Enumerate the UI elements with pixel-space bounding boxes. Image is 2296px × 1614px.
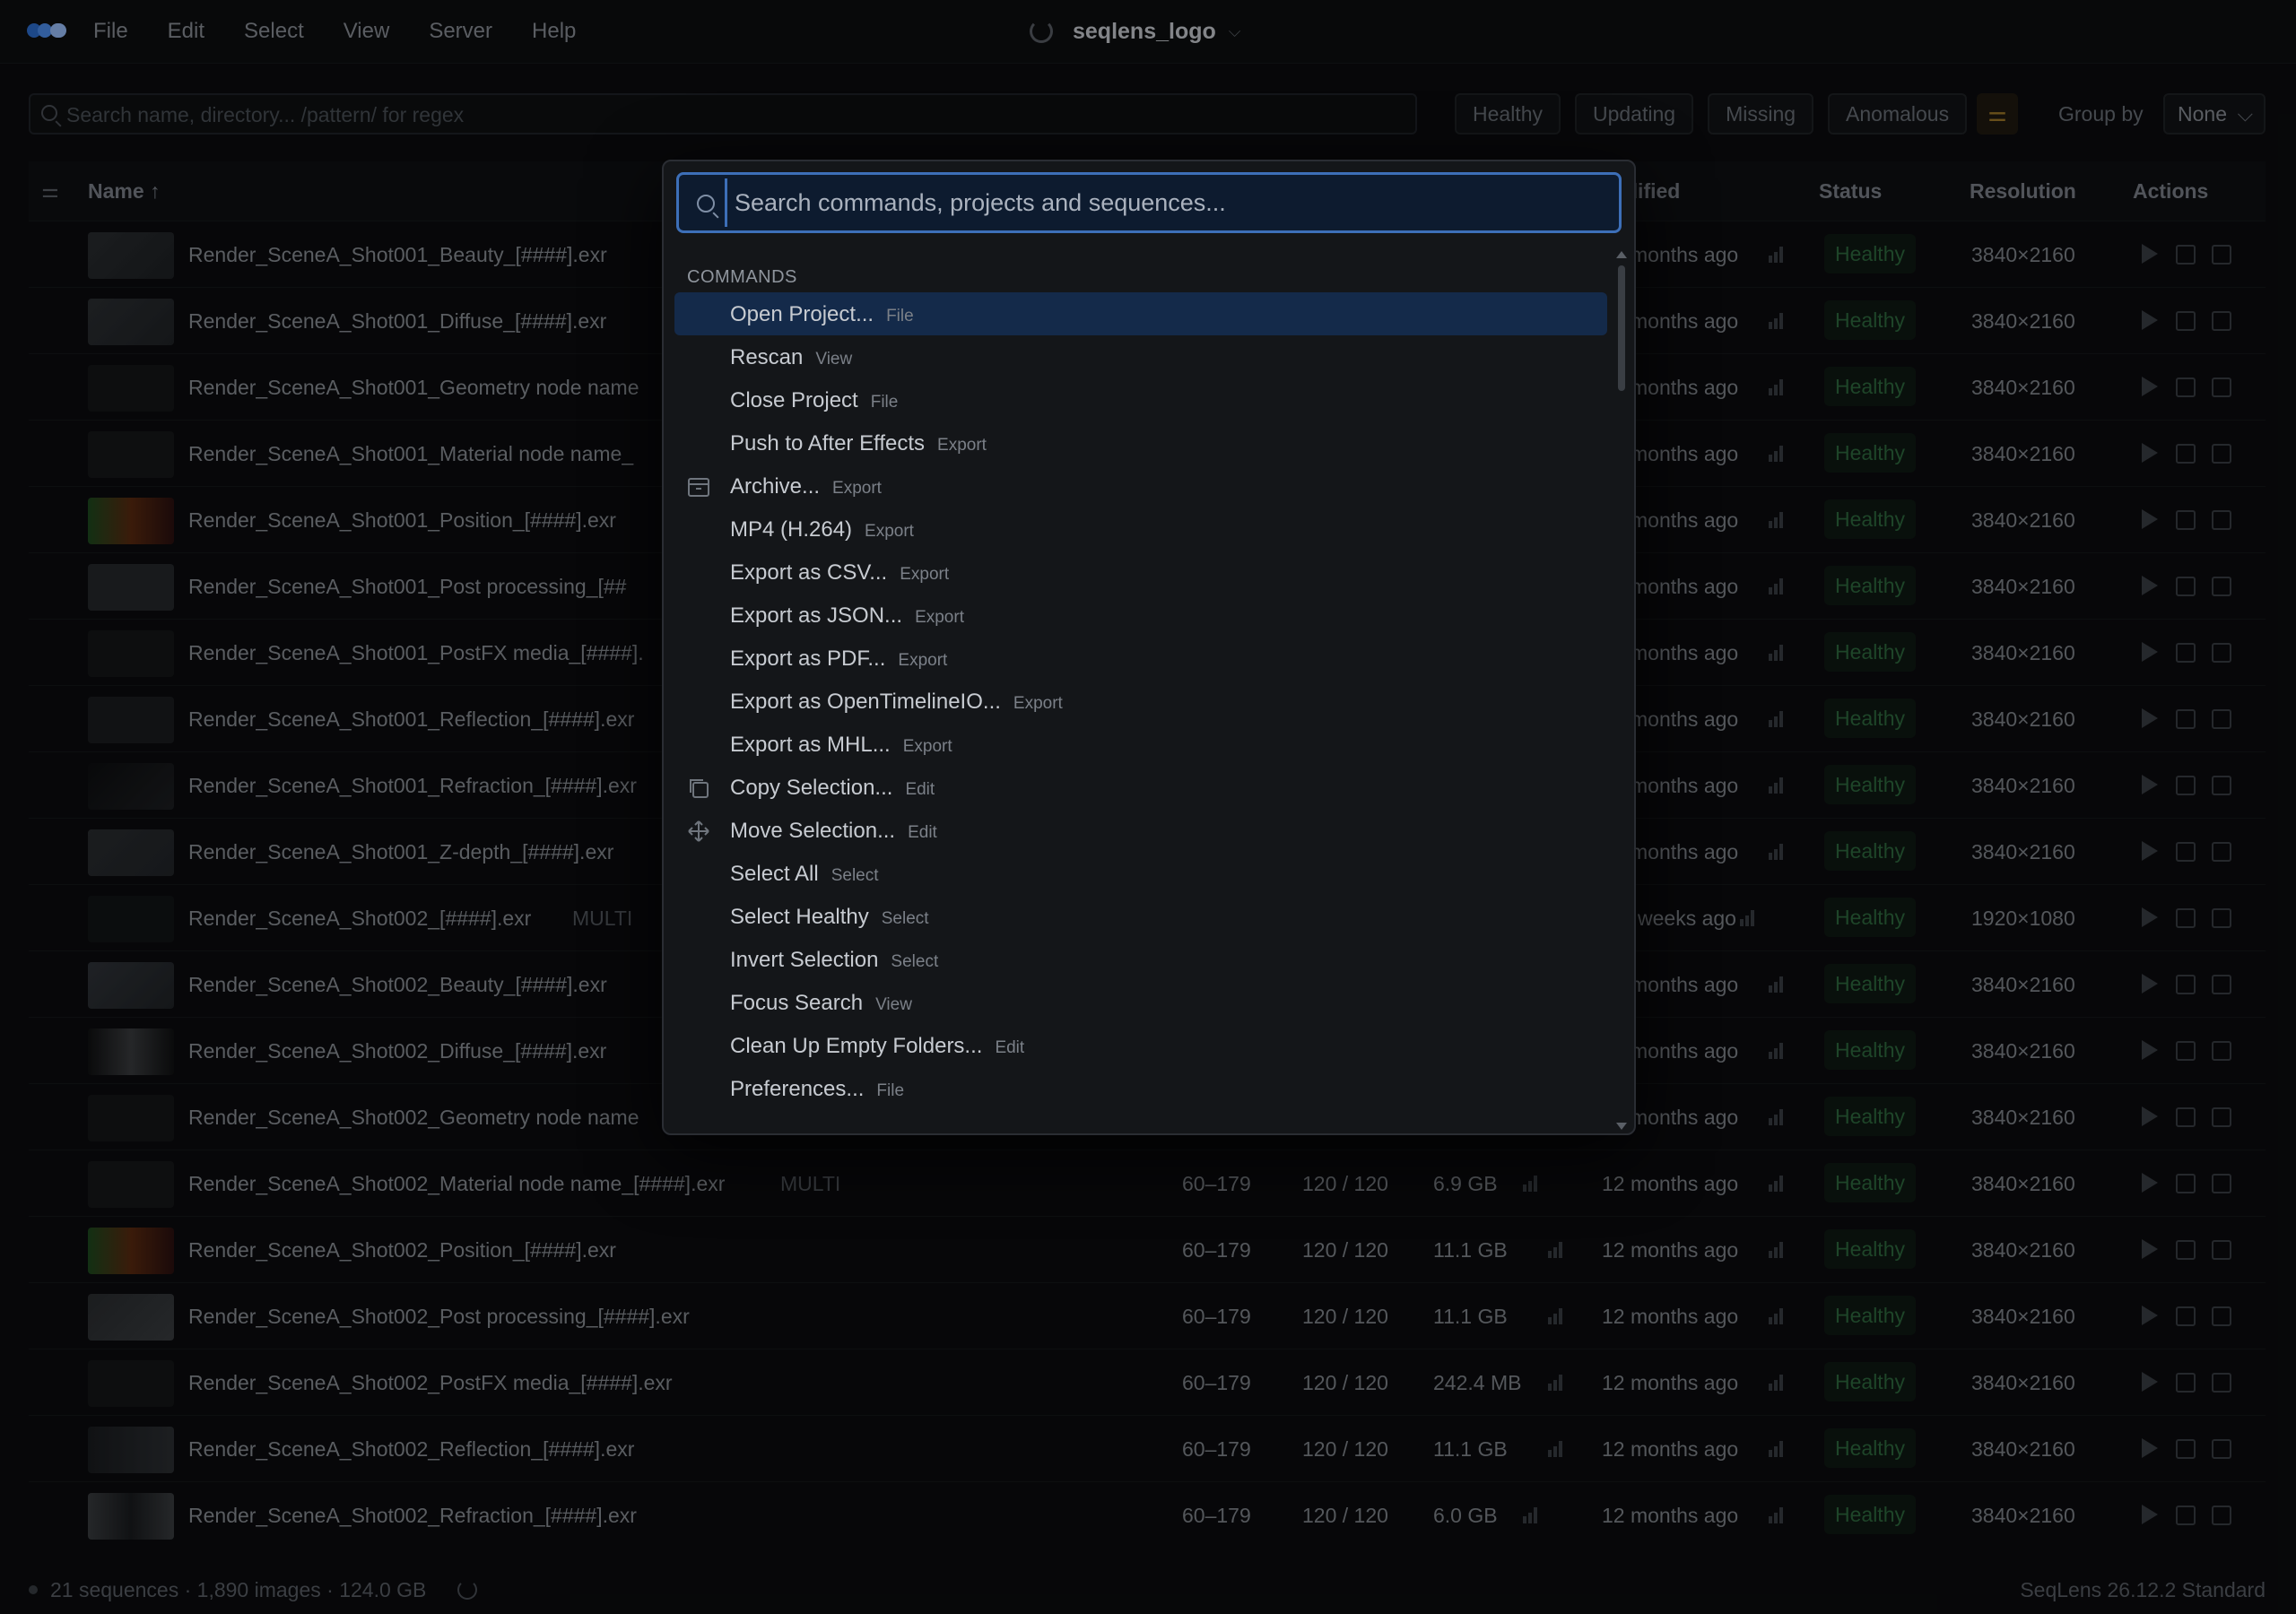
command-label: Close Project File	[730, 388, 899, 412]
command-category: Select	[831, 866, 879, 885]
move-icon	[687, 820, 710, 843]
text-caret	[725, 178, 727, 227]
command-item[interactable]: Select All Select	[674, 852, 1607, 895]
command-category: Export	[937, 436, 987, 455]
command-category: File	[886, 307, 914, 325]
scroll-up-arrow-icon[interactable]	[1616, 251, 1627, 258]
command-item[interactable]: Select Healthy Select	[674, 895, 1607, 938]
command-label: MP4 (H.264) Export	[730, 517, 914, 542]
command-item[interactable]: MP4 (H.264) Export	[674, 508, 1607, 551]
command-item[interactable]: Export as CSV... Export	[674, 551, 1607, 594]
command-category: Export	[898, 651, 948, 670]
command-search-placeholder: Search commands, projects and sequences.…	[735, 189, 1226, 216]
command-label: Select Healthy Select	[730, 905, 929, 929]
command-category: Export	[902, 737, 952, 756]
command-item[interactable]: Export as OpenTimelineIO... Export	[674, 680, 1607, 723]
search-icon	[697, 195, 715, 213]
archive-icon	[687, 475, 710, 499]
command-category: Export	[1013, 694, 1063, 713]
command-item[interactable]: Push to After Effects Export	[674, 421, 1607, 464]
command-search-input[interactable]: Search commands, projects and sequences.…	[676, 172, 1622, 233]
command-category: View	[875, 995, 912, 1014]
command-label: Invert Selection Select	[730, 948, 939, 972]
command-item[interactable]: Copy Selection... Edit	[674, 766, 1607, 809]
command-label: Preferences... File	[730, 1077, 905, 1101]
command-label: Export as JSON... Export	[730, 603, 964, 628]
command-category: Export	[915, 608, 964, 627]
command-label: Focus Search View	[730, 991, 912, 1015]
command-label: Copy Selection... Edit	[730, 776, 935, 800]
command-item[interactable]: Rescan View	[674, 335, 1607, 378]
command-item[interactable]: Export as PDF... Export	[674, 637, 1607, 680]
command-item[interactable]: Export as MHL... Export	[674, 723, 1607, 766]
command-category: View	[815, 350, 853, 369]
copy-icon	[687, 777, 710, 800]
command-category: Edit	[905, 780, 935, 799]
command-palette: Search commands, projects and sequences.…	[662, 160, 1636, 1135]
scroll-down-arrow-icon[interactable]	[1616, 1123, 1627, 1130]
command-label: Move Selection... Edit	[730, 819, 937, 843]
command-item[interactable]: Clean Up Empty Folders... Edit	[674, 1024, 1607, 1067]
command-item[interactable]: Focus Search View	[674, 981, 1607, 1024]
command-list-scrollbar[interactable]	[1616, 251, 1627, 1130]
command-category: Export	[900, 565, 950, 584]
scroll-thumb[interactable]	[1618, 265, 1625, 391]
command-label: Open Project... File	[730, 302, 914, 326]
command-label: Export as MHL... Export	[730, 733, 952, 757]
command-item[interactable]: Preferences... File	[674, 1067, 1607, 1110]
command-category: Edit	[995, 1038, 1025, 1057]
command-category: File	[870, 393, 899, 412]
command-category: Export	[832, 479, 882, 498]
command-category: File	[876, 1081, 905, 1100]
command-label: Clean Up Empty Folders... Edit	[730, 1034, 1025, 1058]
command-category: Export	[865, 522, 914, 541]
command-category: Select	[891, 952, 939, 971]
command-label: Export as PDF... Export	[730, 646, 948, 671]
command-label: Push to After Effects Export	[730, 431, 987, 456]
command-item[interactable]: Archive... Export	[674, 464, 1607, 508]
command-list: Open Project... File Rescan View Close Proje…	[674, 292, 1607, 1132]
command-item[interactable]: Open Project... File	[674, 292, 1607, 335]
command-item[interactable]: Export as JSON... Export	[674, 594, 1607, 637]
commands-section-label: COMMANDS	[687, 267, 797, 287]
command-label: Select All Select	[730, 862, 879, 886]
command-category: Edit	[908, 823, 937, 842]
command-label: Export as OpenTimelineIO... Export	[730, 690, 1063, 714]
command-label: Archive... Export	[730, 474, 882, 499]
command-item[interactable]: Invert Selection Select	[674, 938, 1607, 981]
command-item[interactable]: Move Selection... Edit	[674, 809, 1607, 852]
command-label: Rescan View	[730, 345, 853, 369]
command-label: Export as CSV... Export	[730, 560, 950, 585]
command-item[interactable]: Close Project File	[674, 378, 1607, 421]
command-category: Select	[881, 909, 929, 928]
